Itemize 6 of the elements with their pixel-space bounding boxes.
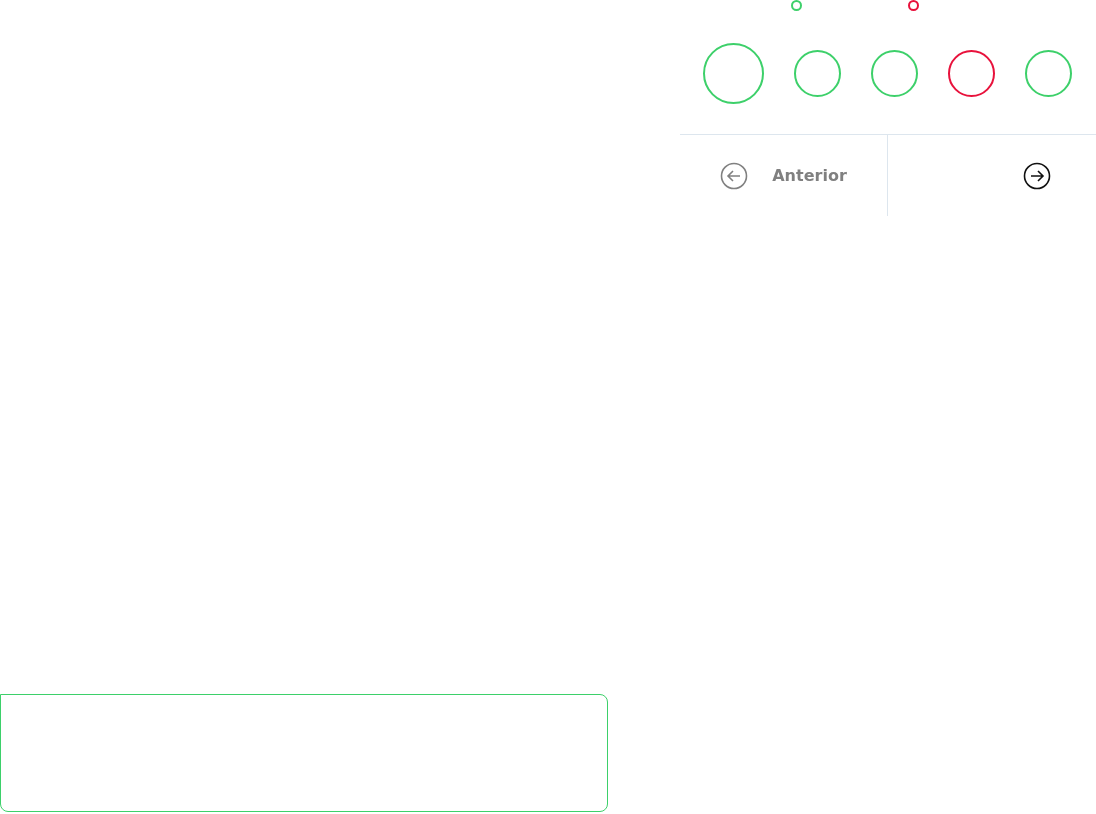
question-circle[interactable] xyxy=(703,42,764,104)
question-circle[interactable] xyxy=(871,49,918,97)
answer-box[interactable] xyxy=(0,694,608,812)
question-circle[interactable] xyxy=(948,49,995,97)
question-circle[interactable] xyxy=(794,49,841,97)
question-circle[interactable] xyxy=(1025,49,1072,97)
